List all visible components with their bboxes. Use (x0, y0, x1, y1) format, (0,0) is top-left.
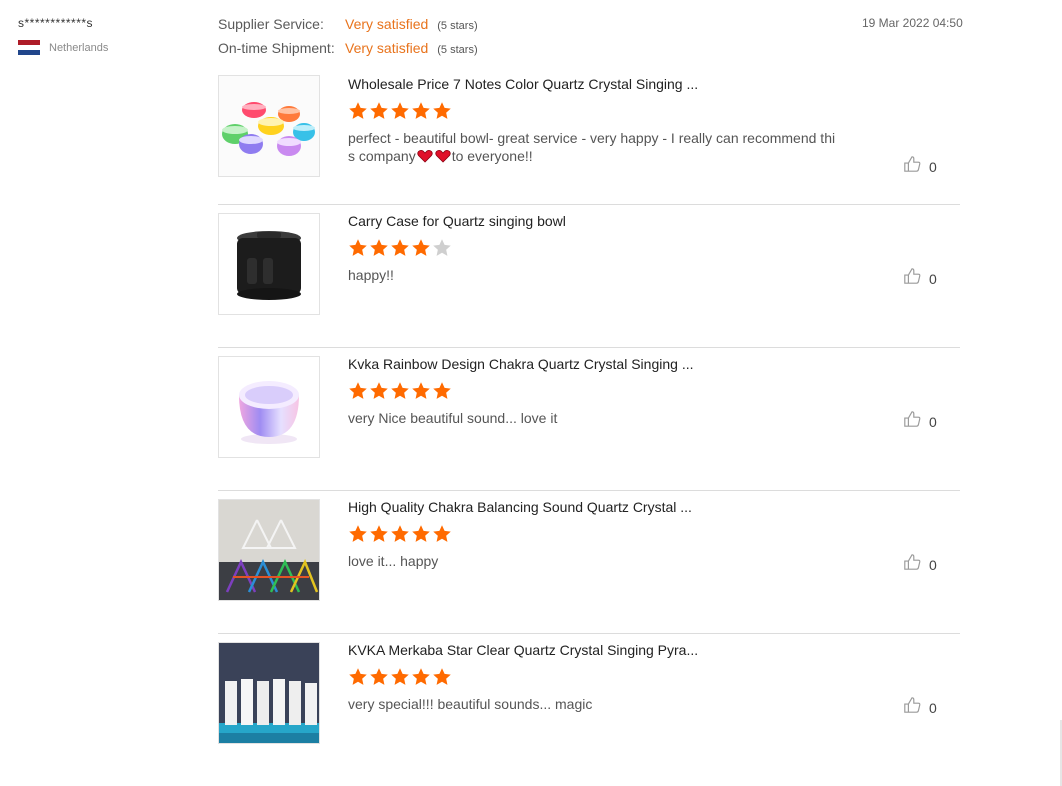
helpful-like-button[interactable]: 0 (903, 553, 937, 576)
star-filled-icon (348, 667, 369, 687)
review-content: High Quality Chakra Balancing Sound Quar… (348, 498, 848, 570)
star-filled-icon (390, 238, 411, 258)
review-text-main: very Nice beautiful sound... love it (348, 410, 558, 426)
review-text: happy!! (348, 266, 840, 284)
review-text-end: to everyone!! (451, 148, 533, 164)
product-thumbnail[interactable] (218, 75, 320, 177)
thumbs-up-icon (903, 267, 929, 290)
reviewer-name: s************s (18, 16, 94, 30)
review-stars (348, 524, 848, 544)
heart-emoji-icon (417, 149, 433, 163)
star-filled-icon (432, 524, 453, 544)
supplier-ratings: Supplier Service: Very satisfied (5 star… (218, 16, 478, 64)
rating-ontime-shipment: On-time Shipment: Very satisfied (5 star… (218, 40, 478, 64)
star-filled-icon (390, 101, 411, 121)
rating-value: Very satisfied (345, 16, 429, 32)
product-image (219, 76, 319, 176)
review-text: very special!!! beautiful sounds... magi… (348, 695, 840, 713)
star-filled-icon (369, 238, 390, 258)
rating-supplier-service: Supplier Service: Very satisfied (5 star… (218, 16, 478, 40)
star-filled-icon (411, 667, 432, 687)
like-count: 0 (929, 413, 937, 430)
review-text-main: love it... happy (348, 553, 439, 569)
review-content: Kvka Rainbow Design Chakra Quartz Crysta… (348, 355, 848, 427)
review-text: love it... happy (348, 552, 840, 570)
thumbs-up-icon (903, 410, 929, 433)
thumbs-up-icon (903, 696, 929, 719)
star-filled-icon (390, 524, 411, 544)
review-text-main: happy!! (348, 267, 394, 283)
star-filled-icon (369, 101, 390, 121)
reviewer-info: s************s Netherlands (18, 16, 108, 55)
review-stars (348, 101, 848, 121)
helpful-like-button[interactable]: 0 (903, 696, 937, 719)
review-item: Carry Case for Quartz singing bowl happy… (218, 205, 960, 348)
star-filled-icon (369, 667, 390, 687)
star-filled-icon (411, 238, 432, 258)
star-filled-icon (348, 101, 369, 121)
review-stars (348, 381, 848, 401)
star-filled-icon (348, 524, 369, 544)
star-filled-icon (369, 524, 390, 544)
rating-stars-text: (5 stars) (437, 44, 478, 56)
like-count: 0 (929, 556, 937, 573)
star-empty-icon (432, 238, 453, 258)
product-title-link[interactable]: KVKA Merkaba Star Clear Quartz Crystal S… (348, 641, 848, 659)
star-filled-icon (411, 381, 432, 401)
review-item: High Quality Chakra Balancing Sound Quar… (218, 491, 960, 634)
flag-stripe-blue (18, 50, 40, 55)
review-content: KVKA Merkaba Star Clear Quartz Crystal S… (348, 641, 848, 713)
review-stars (348, 238, 848, 258)
product-thumbnail[interactable] (218, 642, 320, 744)
product-image (219, 357, 319, 457)
reviewer-country: Netherlands (18, 40, 108, 55)
like-count: 0 (929, 699, 937, 716)
country-name: Netherlands (49, 41, 109, 54)
star-filled-icon (369, 381, 390, 401)
review-item: Kvka Rainbow Design Chakra Quartz Crysta… (218, 348, 960, 491)
thumbs-up-icon (903, 553, 929, 576)
product-title-link[interactable]: Wholesale Price 7 Notes Color Quartz Cry… (348, 75, 848, 93)
star-filled-icon (390, 667, 411, 687)
star-filled-icon (432, 101, 453, 121)
product-title-link[interactable]: High Quality Chakra Balancing Sound Quar… (348, 498, 848, 516)
like-count: 0 (929, 158, 937, 175)
helpful-like-button[interactable]: 0 (903, 267, 937, 290)
review-content: Wholesale Price 7 Notes Color Quartz Cry… (348, 75, 848, 165)
helpful-like-button[interactable]: 0 (903, 155, 937, 178)
star-filled-icon (348, 238, 369, 258)
review-date: 19 Mar 2022 04:50 (862, 16, 963, 30)
product-title-link[interactable]: Carry Case for Quartz singing bowl (348, 212, 848, 230)
review-item: KVKA Merkaba Star Clear Quartz Crystal S… (218, 634, 960, 777)
product-image (219, 214, 319, 314)
review-stars (348, 667, 848, 687)
star-filled-icon (432, 381, 453, 401)
star-filled-icon (411, 101, 432, 121)
product-thumbnail[interactable] (218, 213, 320, 315)
rating-value: Very satisfied (345, 40, 429, 56)
review-text-main: very special!!! beautiful sounds... magi… (348, 696, 593, 712)
review-content: Carry Case for Quartz singing bowl happy… (348, 212, 848, 284)
like-count: 0 (929, 270, 937, 287)
product-image (219, 500, 319, 600)
star-filled-icon (411, 524, 432, 544)
product-thumbnail[interactable] (218, 499, 320, 601)
rating-label: Supplier Service: (218, 16, 324, 32)
product-title-link[interactable]: Kvka Rainbow Design Chakra Quartz Crysta… (348, 355, 848, 373)
rating-label: On-time Shipment: (218, 40, 335, 56)
heart-emoji-icon (435, 149, 451, 163)
star-filled-icon (348, 381, 369, 401)
review-list: Wholesale Price 7 Notes Color Quartz Cry… (218, 75, 960, 777)
product-thumbnail[interactable] (218, 356, 320, 458)
rating-stars-text: (5 stars) (437, 20, 478, 32)
review-text: very Nice beautiful sound... love it (348, 409, 840, 427)
product-image (219, 643, 319, 743)
thumbs-up-icon (903, 155, 929, 178)
helpful-like-button[interactable]: 0 (903, 410, 937, 433)
star-filled-icon (432, 667, 453, 687)
netherlands-flag-icon (18, 40, 40, 55)
review-item: Wholesale Price 7 Notes Color Quartz Cry… (218, 75, 960, 205)
star-filled-icon (390, 381, 411, 401)
review-text: perfect - beautiful bowl- great service … (348, 129, 840, 165)
